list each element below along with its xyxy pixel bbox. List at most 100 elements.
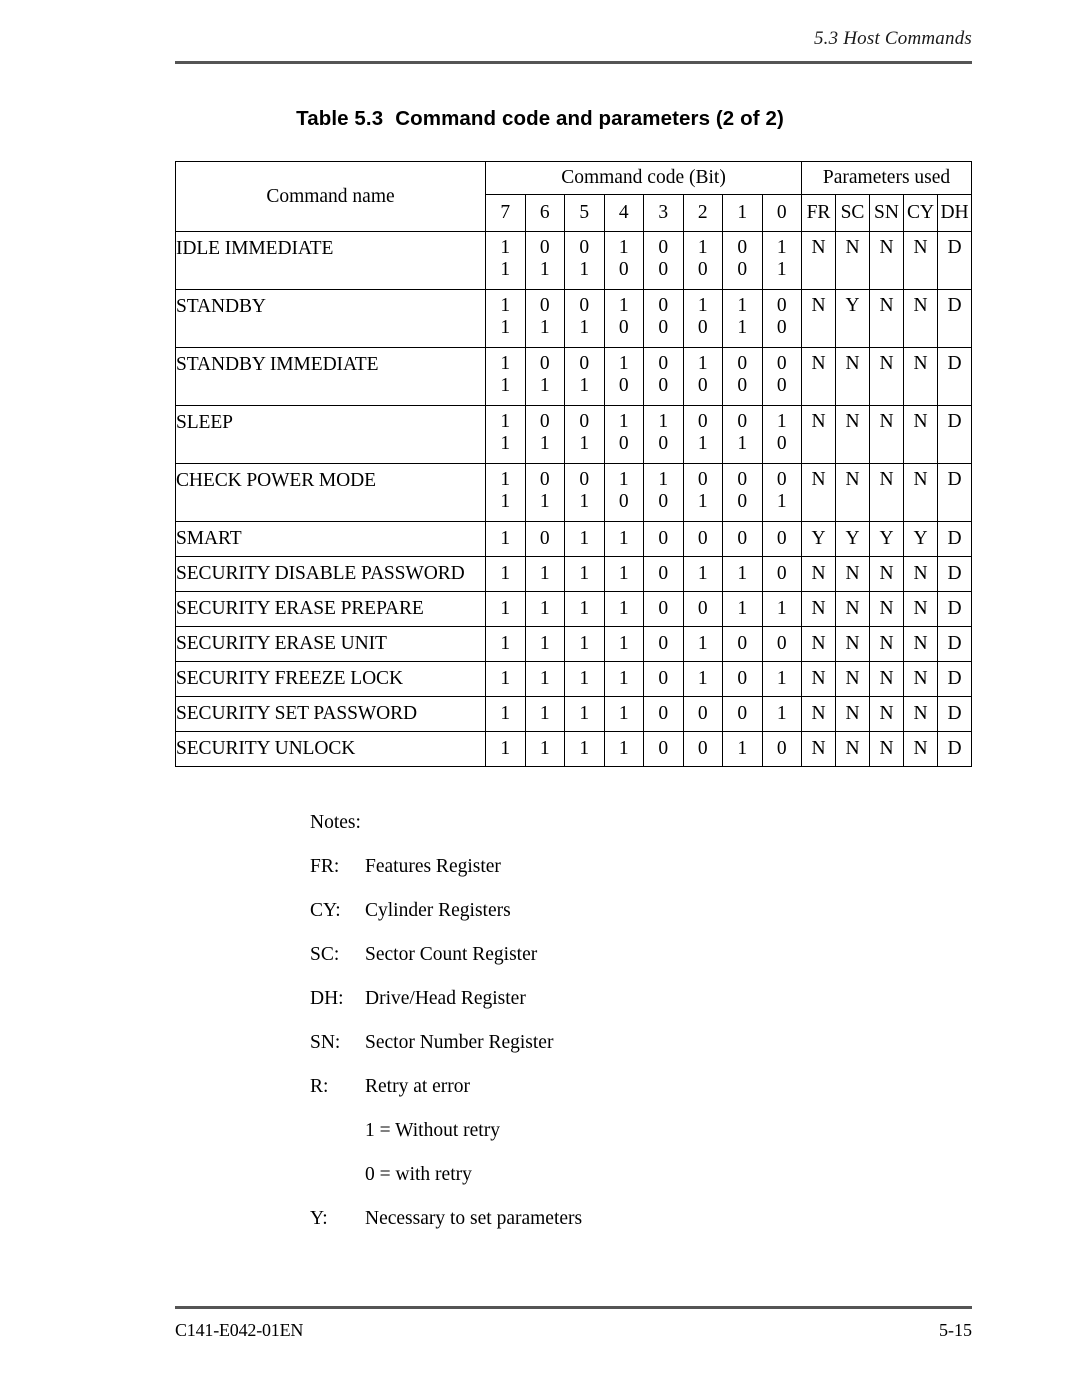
bit-value-line1: 1 bbox=[697, 237, 708, 258]
cell-bit-6: 0 bbox=[524, 521, 565, 557]
table-row: IDLE IMMEDIATE 1 1 0 1 0 1 1 0 0 0 1 0 0 0 1 1 N N N N D bbox=[175, 231, 973, 290]
document-page: 5.3 Host Commands Table 5.3 Command code … bbox=[0, 0, 1080, 1397]
cell-bit-1: 1 bbox=[722, 591, 763, 627]
bit-value-line2: 0 bbox=[618, 316, 629, 338]
note-key: Y: bbox=[310, 1208, 328, 1229]
bit-value-line1: 0 bbox=[658, 237, 669, 258]
bit-value-line2: 1 bbox=[737, 316, 748, 338]
bit-value-line1: 0 bbox=[658, 295, 669, 316]
cell-param-sn: N bbox=[869, 405, 905, 464]
table-row: SECURITY DISABLE PASSWORD 1 1 1 1 0 1 1 0 N N N N D bbox=[175, 556, 973, 592]
bit-value-line1: 0 bbox=[579, 411, 590, 432]
bit-value-line2: 0 bbox=[618, 490, 629, 512]
note-item: SN: Sector Number Register bbox=[310, 1032, 582, 1054]
note-value: Drive/Head Register bbox=[365, 988, 526, 1009]
header-command-code-group: Command code (Bit) bbox=[484, 161, 803, 195]
bit-value-line2: 1 bbox=[500, 374, 511, 396]
header-bit-5: 5 bbox=[564, 194, 605, 232]
table-caption-prefix: Table 5.3 bbox=[296, 107, 384, 130]
cell-param-cy: N bbox=[903, 731, 939, 767]
cell-bit-4: 10 bbox=[603, 231, 644, 290]
cell-bit-5: 1 bbox=[564, 591, 605, 627]
header-rule bbox=[175, 61, 972, 64]
table-head: Command name Command code (Bit) Paramete… bbox=[175, 161, 973, 232]
bit-value-line2: 0 bbox=[737, 490, 748, 512]
cell-param-dh: D bbox=[937, 556, 973, 592]
cell-param-dh: D bbox=[937, 231, 973, 290]
bit-value-line2: 1 bbox=[539, 258, 550, 280]
cell-param-fr: Y bbox=[801, 521, 837, 557]
table-caption: Table 5.3 Command code and parameters (2 … bbox=[0, 107, 1080, 131]
cell-bit-5: 01 bbox=[564, 289, 605, 348]
note-value: Sector Number Register bbox=[365, 1032, 554, 1053]
bit-value-line1: 1 bbox=[776, 411, 787, 432]
cell-param-dh: D bbox=[937, 731, 973, 767]
cell-bit-0: 00 bbox=[761, 289, 803, 348]
header-bit-3: 3 bbox=[643, 194, 684, 232]
cell-param-fr: N bbox=[801, 661, 837, 697]
cell-param-sc: N bbox=[835, 463, 871, 522]
bit-value-line2: 1 bbox=[579, 258, 590, 280]
bit-value-line1: 1 bbox=[618, 469, 629, 490]
note-key: FR: bbox=[310, 856, 340, 877]
cell-bit-7: 11 bbox=[485, 405, 526, 464]
bit-value-line1: 0 bbox=[737, 237, 748, 258]
bit-value-line1: 1 bbox=[658, 469, 669, 490]
cell-bit-6: 01 bbox=[524, 405, 565, 464]
cell-bit-0: 0 bbox=[761, 556, 803, 592]
bit-value-line2: 1 bbox=[697, 432, 708, 454]
cell-bit-7: 1 bbox=[485, 731, 526, 767]
cell-param-fr: N bbox=[801, 696, 837, 732]
bit-value-line2: 0 bbox=[618, 432, 629, 454]
cell-param-cy: N bbox=[903, 463, 939, 522]
cell-bit-2: 10 bbox=[682, 289, 723, 348]
cell-param-sn: N bbox=[869, 289, 905, 348]
header-parameters-group: Parameters used bbox=[801, 161, 973, 195]
bit-value-line2: 0 bbox=[776, 374, 787, 396]
bit-value-line1: 0 bbox=[579, 353, 590, 374]
cell-command-name: SECURITY DISABLE PASSWORD bbox=[175, 556, 486, 592]
cell-bit-7: 1 bbox=[485, 626, 526, 662]
cell-bit-4: 1 bbox=[603, 521, 644, 557]
cell-param-sn: N bbox=[869, 661, 905, 697]
table-row: SECURITY UNLOCK 1 1 1 1 0 0 1 0 N N N N D bbox=[175, 731, 973, 767]
bit-value-line1: 0 bbox=[697, 469, 708, 490]
command-code-table: Command name Command code (Bit) Paramete… bbox=[175, 161, 973, 767]
cell-param-fr: N bbox=[801, 347, 837, 406]
cell-param-sc: Y bbox=[835, 521, 871, 557]
cell-bit-5: 1 bbox=[564, 556, 605, 592]
cell-command-name: CHECK POWER MODE bbox=[175, 463, 486, 522]
bit-value-line1: 1 bbox=[618, 295, 629, 316]
cell-bit-3: 0 bbox=[643, 521, 684, 557]
bit-value-line1: 1 bbox=[776, 237, 787, 258]
bit-value-line1: 0 bbox=[658, 353, 669, 374]
bit-value-line1: 0 bbox=[539, 295, 550, 316]
cell-bit-2: 1 bbox=[682, 556, 723, 592]
bit-value-line2: 0 bbox=[737, 258, 748, 280]
note-sub-item: 0 = with retry bbox=[365, 1164, 472, 1185]
cell-param-fr: N bbox=[801, 231, 837, 290]
cell-param-sn: N bbox=[869, 556, 905, 592]
cell-param-dh: D bbox=[937, 405, 973, 464]
cell-param-sc: N bbox=[835, 347, 871, 406]
table-row: SECURITY ERASE UNIT 1 1 1 1 0 1 0 0 N N N N D bbox=[175, 626, 973, 662]
bit-value-line1: 0 bbox=[737, 411, 748, 432]
bit-value-line1: 1 bbox=[500, 295, 511, 316]
bit-value-line2: 1 bbox=[776, 490, 787, 512]
cell-param-cy: N bbox=[903, 231, 939, 290]
cell-bit-3: 0 bbox=[643, 661, 684, 697]
cell-bit-2: 01 bbox=[682, 405, 723, 464]
cell-bit-1: 00 bbox=[722, 231, 763, 290]
cell-param-sc: N bbox=[835, 231, 871, 290]
cell-param-cy: Y bbox=[903, 521, 939, 557]
bit-value-line2: 0 bbox=[697, 316, 708, 338]
cell-param-sc: N bbox=[835, 591, 871, 627]
bit-value-line1: 0 bbox=[776, 295, 787, 316]
cell-param-cy: N bbox=[903, 696, 939, 732]
bit-value-line1: 0 bbox=[579, 469, 590, 490]
cell-bit-2: 0 bbox=[682, 521, 723, 557]
bit-value-line1: 1 bbox=[618, 237, 629, 258]
bit-value-line1: 1 bbox=[697, 353, 708, 374]
bit-value-line2: 0 bbox=[737, 374, 748, 396]
bit-value-line2: 1 bbox=[579, 316, 590, 338]
